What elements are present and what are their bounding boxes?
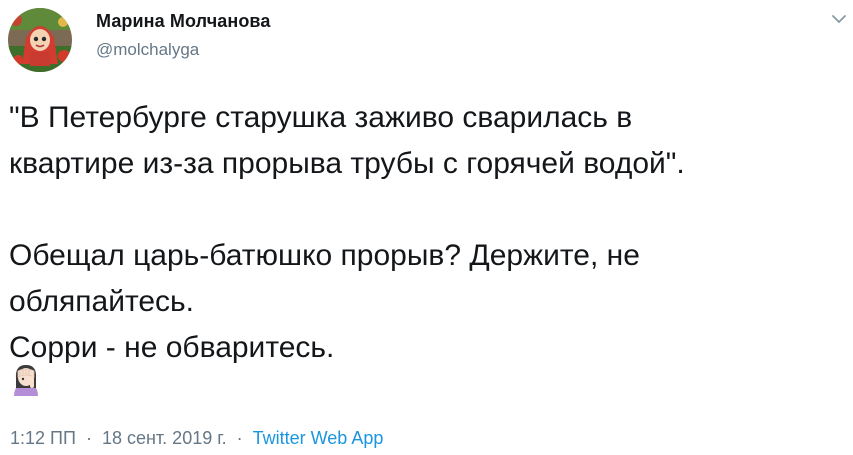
tweet-time[interactable]: 1:12 ПП	[10, 428, 76, 448]
tweet-text-line: "В Петербурге старушка заживо сварилась …	[9, 101, 633, 134]
tweet-text: "В Петербурге старушка заживо сварилась …	[9, 95, 844, 371]
meta-separator: ·	[85, 428, 92, 448]
tweet-menu-button[interactable]	[830, 10, 848, 28]
avatar[interactable]	[8, 8, 72, 72]
meta-separator: ·	[236, 428, 243, 448]
cartoon-girl-avatar-icon	[8, 8, 72, 72]
display-name[interactable]: Марина Молчанова	[96, 11, 270, 32]
woman-facepalming-emoji-icon	[9, 362, 43, 396]
tweet-card: Марина Молчанова @molchalyga "В Петербур…	[0, 0, 853, 455]
tweet-text-line: квартире из-за прорыва трубы с горячей в…	[9, 147, 685, 180]
tweet-text-line: Обещал царь-батюшко прорыв? Держите, не	[9, 239, 640, 272]
chevron-down-icon	[832, 15, 846, 23]
tweet-text-line: обляпайтесь.	[9, 285, 195, 318]
user-handle[interactable]: @molchalyga	[96, 40, 199, 60]
tweet-text-line: Сорри - не обваритесь.	[9, 331, 335, 364]
source-app-link[interactable]: Twitter Web App	[253, 428, 384, 448]
tweet-date[interactable]: 18 сент. 2019 г.	[102, 428, 227, 448]
tweet-meta: 1:12 ПП · 18 сент. 2019 г. · Twitter Web…	[10, 428, 383, 449]
